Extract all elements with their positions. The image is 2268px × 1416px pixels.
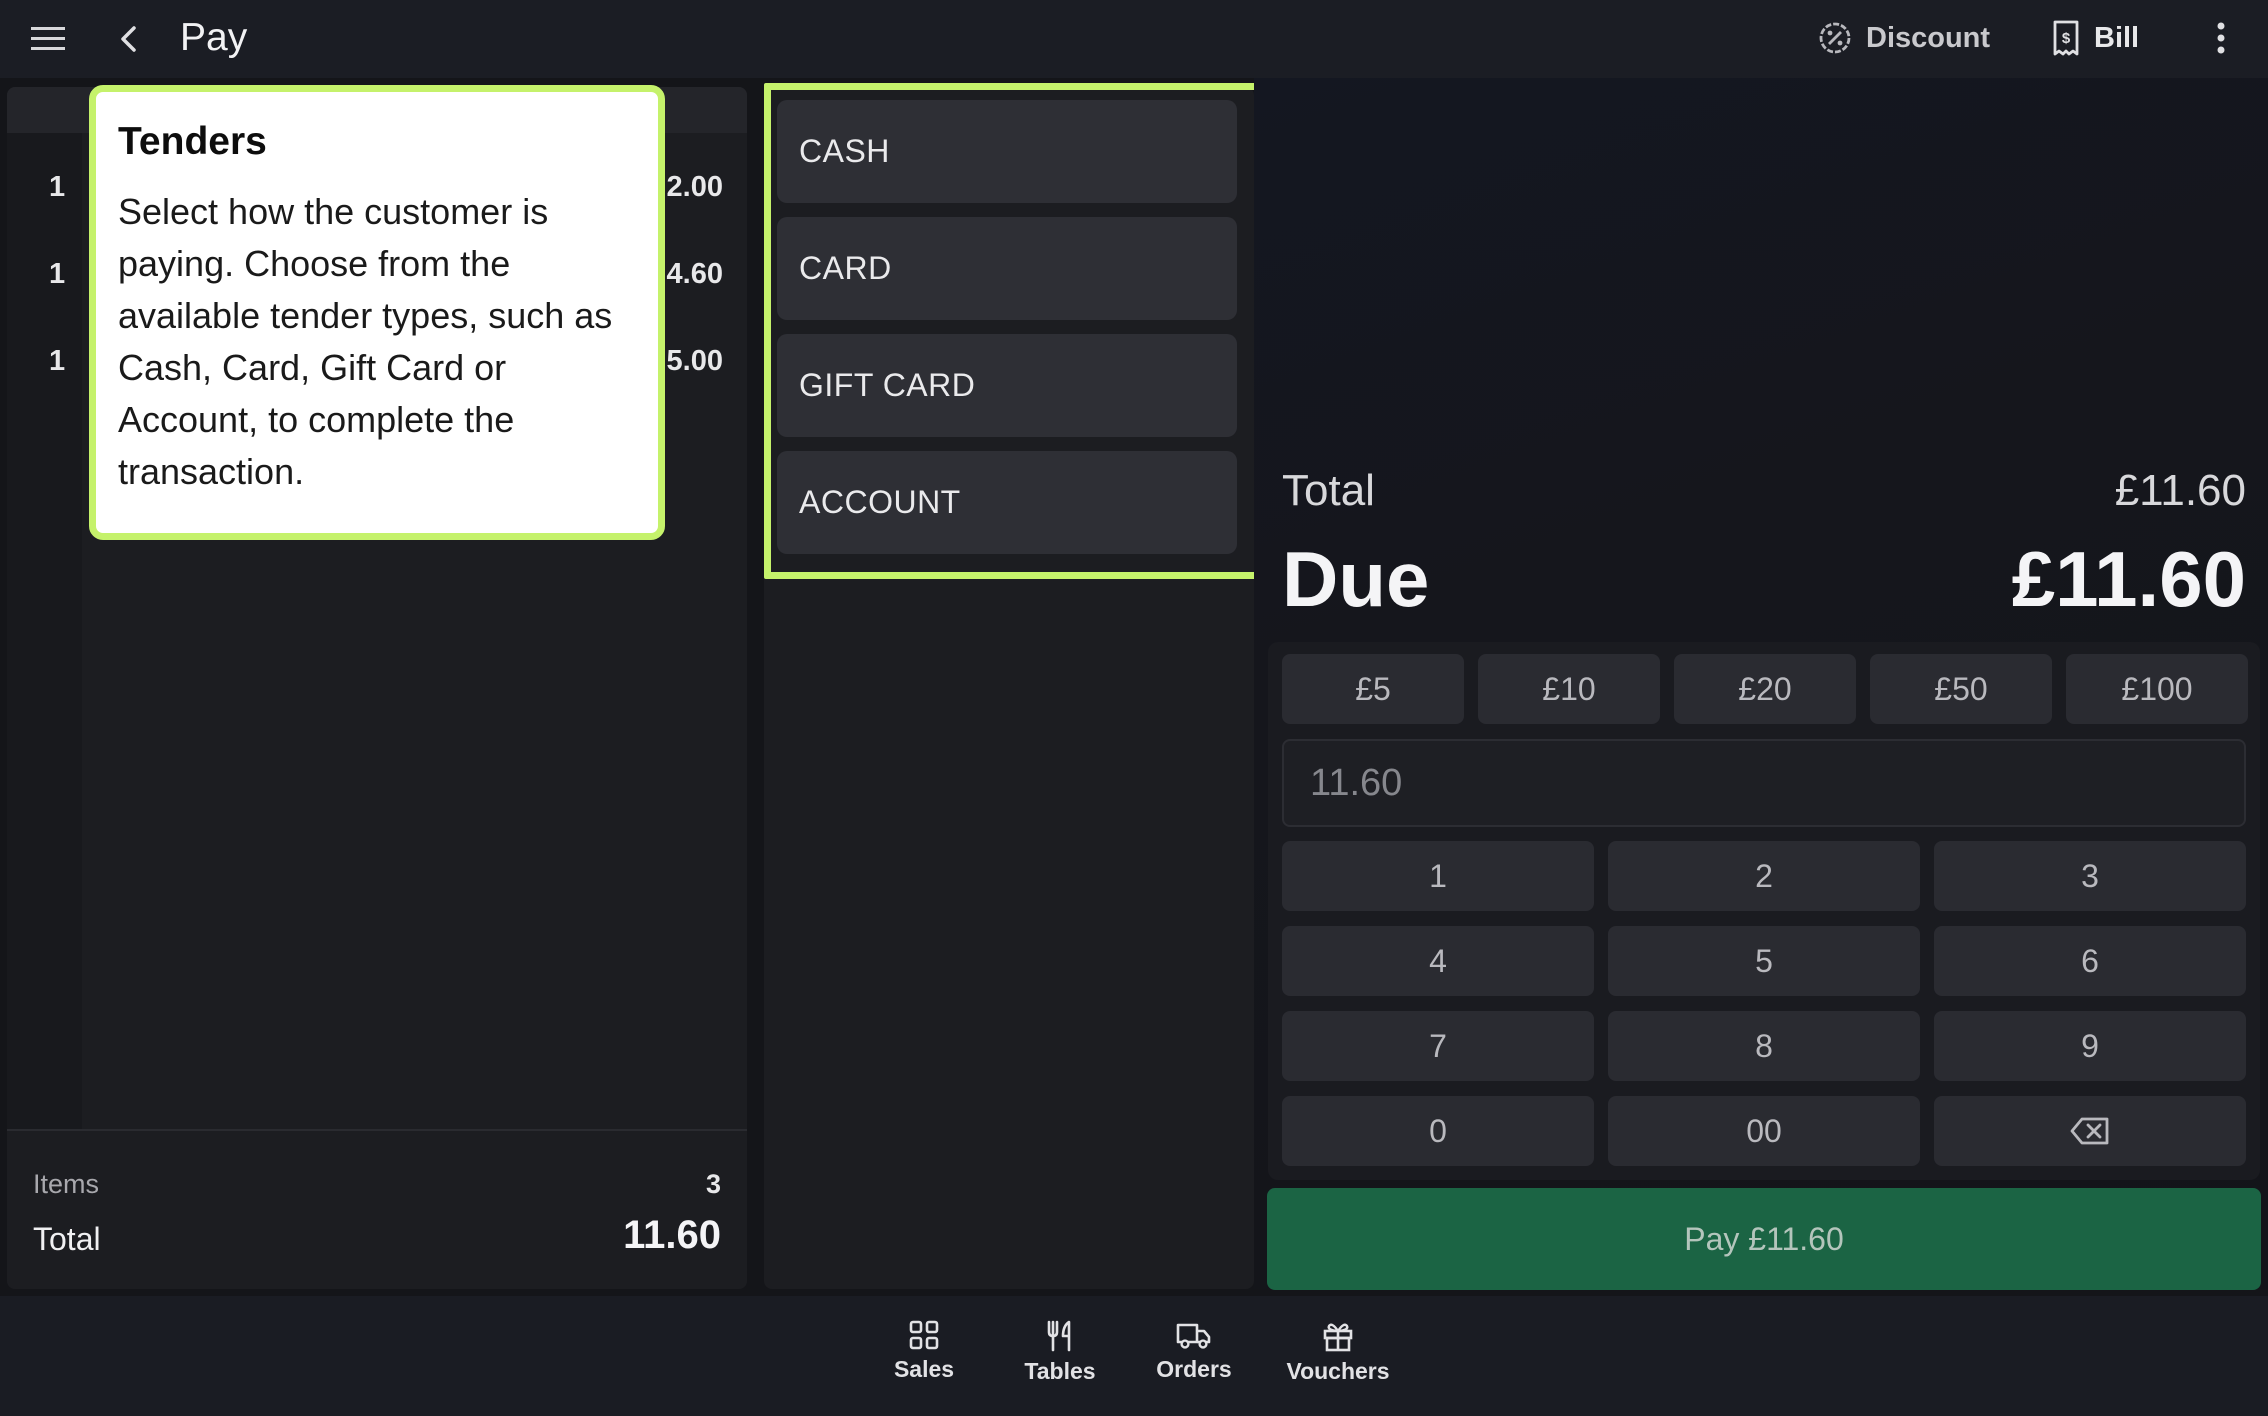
items-count: 3 [705, 1169, 721, 1199]
order-line-qty: 1 [49, 345, 66, 377]
quick-amount-button[interactable]: £20 [1674, 654, 1856, 724]
bottom-nav [0, 1296, 2268, 1416]
tender-account-button[interactable]: ACCOUNT [777, 451, 1237, 554]
svg-text:$: $ [2062, 30, 2071, 47]
order-line-price: 5.00 [666, 345, 723, 377]
order-total-label: Total [33, 1221, 101, 1257]
tooltip-title: Tenders [118, 120, 267, 163]
tender-cash-button[interactable]: CASH [777, 100, 1237, 203]
keypad-key-00[interactable]: 00 [1608, 1096, 1920, 1166]
summary-total-label: Total [1282, 466, 1375, 515]
page-title: Pay [180, 16, 248, 59]
summary-due-value: £11.60 [2011, 535, 2246, 623]
back-chevron-icon[interactable] [110, 20, 146, 58]
keypad-key-1[interactable]: 1 [1282, 841, 1594, 911]
backspace-button[interactable] [1934, 1096, 2246, 1166]
nav-tables-label: Tables [1024, 1358, 1096, 1384]
tender-card-button[interactable]: CARD [777, 217, 1237, 320]
keypad-key-7[interactable]: 7 [1282, 1011, 1594, 1081]
nav-sales-label: Sales [893, 1356, 955, 1382]
keypad-key-3[interactable]: 3 [1934, 841, 2246, 911]
keypad-key-5[interactable]: 5 [1608, 926, 1920, 996]
order-summary-footer: Items 3 Total 11.60 [7, 1129, 747, 1289]
tooltip-body: Select how the customer is paying. Choos… [118, 191, 613, 492]
keypad-key-8[interactable]: 8 [1608, 1011, 1920, 1081]
nav-vouchers-label: Vouchers [1286, 1358, 1390, 1384]
quick-amount-button[interactable]: £50 [1870, 654, 2052, 724]
keypad-key-0[interactable]: 0 [1282, 1096, 1594, 1166]
discount-button[interactable]: Discount [1818, 16, 1990, 60]
items-label: Items [33, 1169, 100, 1199]
nav-tables[interactable]: Tables [1018, 1320, 1102, 1400]
bill-label: Bill [2094, 21, 2140, 54]
grid-icon [909, 1320, 939, 1350]
quick-amount-button[interactable]: £10 [1478, 654, 1660, 724]
tenders-tooltip: Tenders Select how the customer is payin… [89, 85, 665, 540]
hamburger-menu-icon[interactable] [28, 20, 68, 58]
tender-gift-card-button[interactable]: GIFT CARD [777, 334, 1237, 437]
delivery-truck-icon [1176, 1323, 1211, 1349]
order-line-price: 4.60 [666, 258, 723, 290]
summary-due-label: Due [1282, 535, 1430, 623]
discount-badge-icon [1819, 22, 1851, 54]
nav-orders[interactable]: Orders [1152, 1320, 1236, 1400]
more-options-icon[interactable] [2206, 18, 2236, 58]
order-line-qty: 1 [49, 171, 66, 203]
order-line-price: 2.00 [666, 171, 723, 203]
bill-button[interactable]: $ Bill [2052, 16, 2139, 60]
nav-sales[interactable]: Sales [886, 1320, 962, 1400]
keypad-key-9[interactable]: 9 [1934, 1011, 2246, 1081]
summary-total-value: £11.60 [2114, 466, 2246, 515]
nav-orders-label: Orders [1156, 1356, 1232, 1382]
top-bar: Pay Discount $ Bill [0, 0, 2268, 78]
quick-amount-button[interactable]: £5 [1282, 654, 1464, 724]
order-total-value: 11.60 [623, 1213, 721, 1257]
keypad-key-2[interactable]: 2 [1608, 841, 1920, 911]
pay-button[interactable]: Pay £11.60 [1267, 1188, 2261, 1290]
nav-vouchers[interactable]: Vouchers [1284, 1320, 1392, 1400]
gift-icon [1323, 1323, 1353, 1352]
backspace-icon [2070, 1117, 2109, 1145]
amount-input[interactable]: 11.60 [1282, 739, 2246, 827]
order-line-qty: 1 [49, 258, 66, 290]
keypad-key-6[interactable]: 6 [1934, 926, 2246, 996]
discount-label: Discount [1866, 21, 1991, 54]
cutlery-icon [1047, 1320, 1071, 1352]
keypad-key-4[interactable]: 4 [1282, 926, 1594, 996]
quick-amount-button[interactable]: £100 [2066, 654, 2248, 724]
receipt-icon: $ [2053, 20, 2079, 56]
